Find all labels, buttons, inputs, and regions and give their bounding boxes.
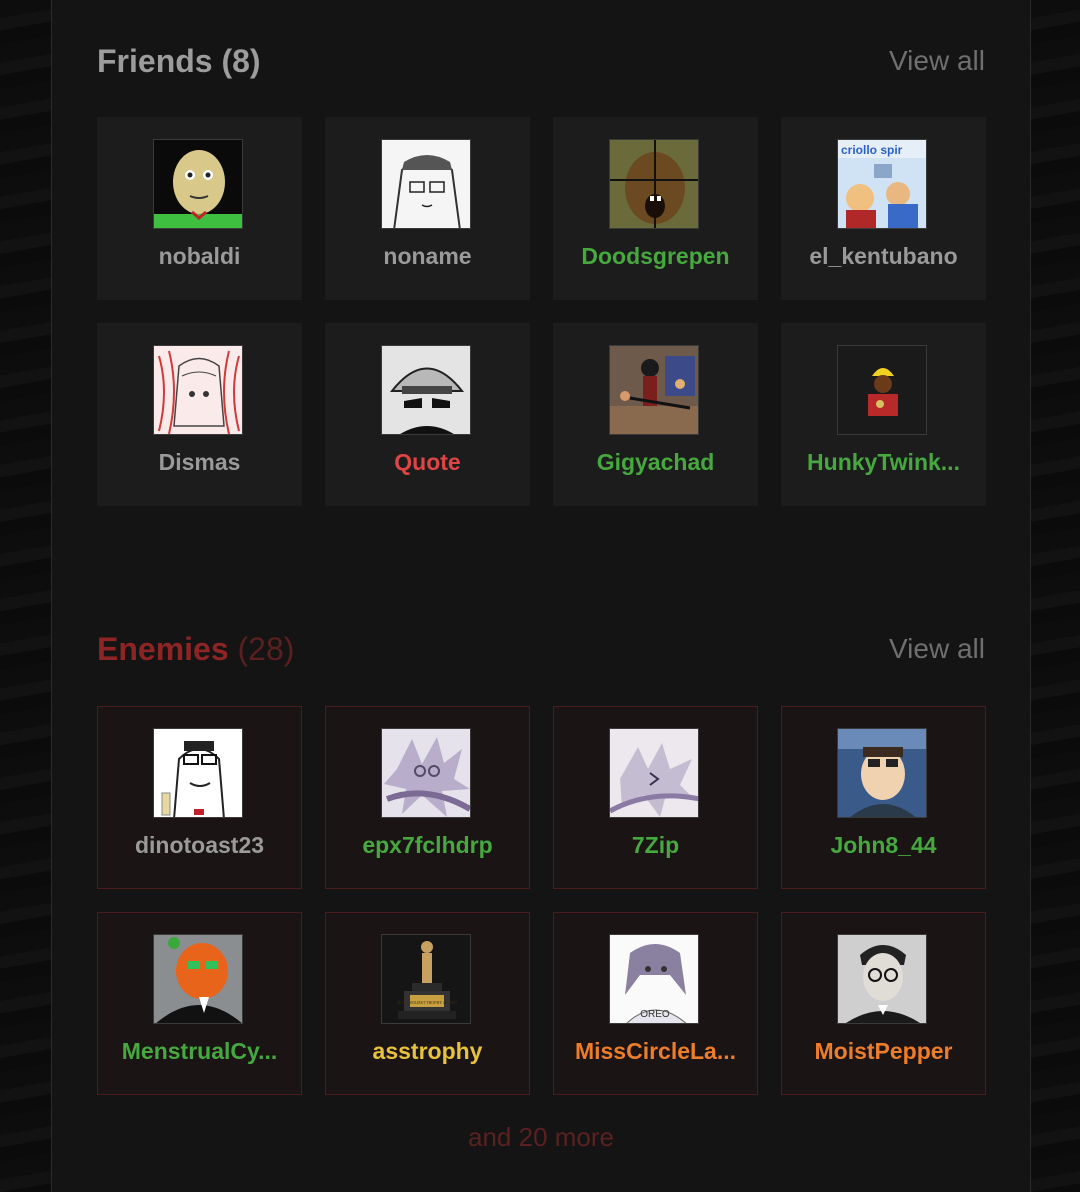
trophy-plaque-text: MOST HOLIEST TROPHY AWARD <box>397 1000 458 1005</box>
avatar <box>381 728 471 818</box>
avatar <box>153 139 243 229</box>
avatar <box>609 345 699 435</box>
oreo-text: OREO <box>640 1009 670 1020</box>
friends-header: Friends (8) View all <box>97 36 985 86</box>
enemies-view-all-link[interactable]: View all <box>889 624 985 674</box>
enemy-card[interactable]: dinotoast23 <box>97 706 302 889</box>
criollo-text: criollo spir <box>841 143 903 157</box>
friend-card[interactable]: noname <box>325 117 530 300</box>
avatar <box>837 934 927 1024</box>
friend-card[interactable]: Gigyachad <box>553 323 758 506</box>
enemy-card[interactable]: MoistPepper <box>781 912 986 1095</box>
background-left <box>0 0 52 1192</box>
more-enemies-link[interactable]: and 20 more <box>52 1122 1030 1153</box>
friend-card[interactable]: criollo spir el_kentubano <box>781 117 986 300</box>
username: Dismas <box>158 449 241 475</box>
enemy-card[interactable]: John8_44 <box>781 706 986 889</box>
username: MenstrualCy... <box>121 1038 278 1064</box>
username: nobaldi <box>158 243 241 269</box>
friends-title-label: Friends <box>97 43 213 79</box>
enemy-card[interactable]: 7Zip <box>553 706 758 889</box>
username: el_kentubano <box>809 243 958 269</box>
enemies-header: Enemies (28) View all <box>97 624 985 674</box>
avatar <box>381 345 471 435</box>
avatar: MOST HOLIEST TROPHY AWARD <box>381 934 471 1024</box>
friends-view-all-link[interactable]: View all <box>889 36 985 86</box>
enemies-title: Enemies (28) <box>97 624 294 674</box>
avatar: OREO <box>609 934 699 1024</box>
username: epx7fclhdrp <box>362 832 493 858</box>
enemy-card[interactable]: MOST HOLIEST TROPHY AWARD asstrophy <box>325 912 530 1095</box>
enemies-title-label: Enemies <box>97 631 229 667</box>
avatar <box>837 728 927 818</box>
background-right <box>1030 0 1080 1192</box>
username: MissCircleLa... <box>574 1038 737 1064</box>
username: John8_44 <box>830 832 937 858</box>
friend-card[interactable]: nobaldi <box>97 117 302 300</box>
avatar <box>381 139 471 229</box>
avatar <box>837 345 927 435</box>
friends-count: (8) <box>221 43 261 79</box>
avatar <box>609 728 699 818</box>
username: Doodsgrepen <box>581 243 730 269</box>
username: noname <box>383 243 472 269</box>
avatar <box>609 139 699 229</box>
enemy-card[interactable]: MenstrualCy... <box>97 912 302 1095</box>
avatar: criollo spir <box>837 139 927 229</box>
username: MoistPepper <box>814 1038 953 1064</box>
friend-card[interactable]: Doodsgrepen <box>553 117 758 300</box>
friend-card[interactable]: HunkyTwink... <box>781 323 986 506</box>
friend-card[interactable]: Dismas <box>97 323 302 506</box>
username: asstrophy <box>372 1038 483 1064</box>
avatar <box>153 728 243 818</box>
avatar <box>153 934 243 1024</box>
friends-title: Friends (8) <box>97 36 261 86</box>
username: 7Zip <box>631 832 680 858</box>
enemies-count: (28) <box>237 631 295 667</box>
username: Gigyachad <box>596 449 715 475</box>
enemy-card[interactable]: epx7fclhdrp <box>325 706 530 889</box>
username: HunkyTwink... <box>807 449 960 475</box>
profile-panel: Friends (8) View all nobaldi noname Dood… <box>51 0 1031 1192</box>
username: Quote <box>394 449 461 475</box>
friend-card[interactable]: Quote <box>325 323 530 506</box>
enemy-card[interactable]: OREO MissCircleLa... <box>553 912 758 1095</box>
avatar <box>153 345 243 435</box>
username: dinotoast23 <box>134 832 265 858</box>
